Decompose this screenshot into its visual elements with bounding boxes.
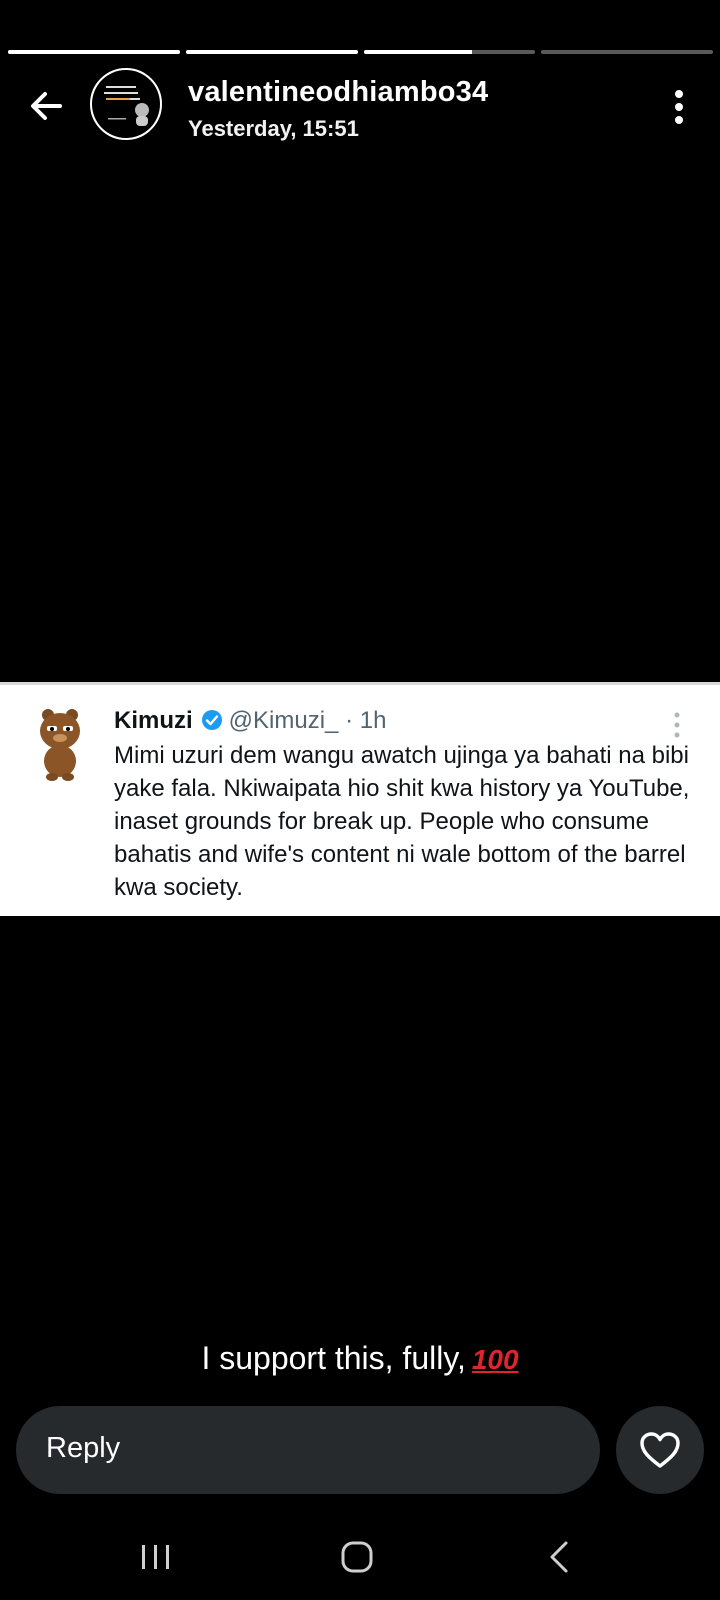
more-vertical-icon[interactable] <box>664 88 694 128</box>
progress-segment <box>8 50 180 54</box>
recents-icon[interactable] <box>126 1535 186 1579</box>
story-progress-bar <box>8 50 713 54</box>
hundred-points-emoji-icon: 100 <box>471 1344 519 1375</box>
progress-segment <box>185 50 358 54</box>
tweet-author-name: Kimuzi <box>114 707 193 734</box>
verified-badge-icon <box>201 709 223 738</box>
back-arrow-icon[interactable] <box>26 86 66 126</box>
home-icon[interactable] <box>327 1535 387 1579</box>
tweet-age: · 1h <box>345 707 387 734</box>
caption-text: I support this, fully, <box>201 1340 466 1376</box>
nav-back-icon[interactable] <box>530 1535 590 1579</box>
reply-placeholder: Reply <box>46 1432 121 1464</box>
progress-segment <box>363 50 536 54</box>
story-username[interactable]: valentineodhiambo34 <box>188 76 488 109</box>
tweet-header: Kimuzi @Kimuzi_ · 1h <box>114 707 386 738</box>
story-caption: I support this, fully, 100 <box>0 1340 720 1377</box>
heart-icon <box>640 1432 680 1468</box>
story-timestamp: Yesterday, 15:51 <box>188 116 359 141</box>
tweet-card: Kimuzi @Kimuzi_ · 1h Mimi uzuri dem wangu… <box>0 682 720 916</box>
bear-avatar-icon <box>34 705 86 781</box>
tweet-text: Mimi uzuri dem wangu awatch ujinga ya ba… <box>114 742 690 901</box>
progress-segment <box>541 50 713 54</box>
tweet-more-icon <box>672 711 682 741</box>
like-button[interactable] <box>616 1406 704 1494</box>
tweet-handle: @Kimuzi_ <box>228 707 339 734</box>
avatar[interactable] <box>90 68 162 140</box>
reply-input[interactable]: Reply <box>16 1406 600 1494</box>
